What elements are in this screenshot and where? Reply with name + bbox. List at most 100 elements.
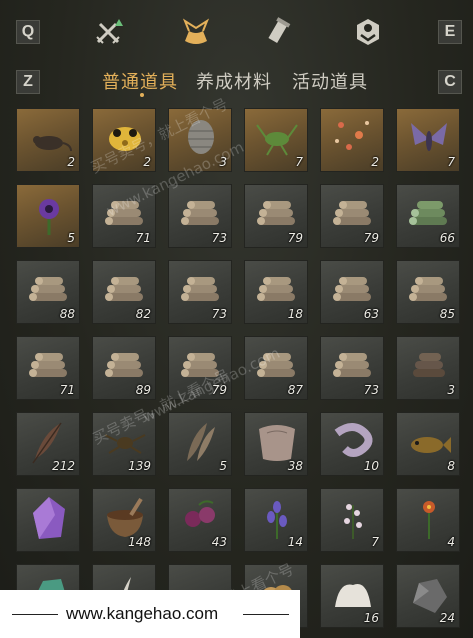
inventory-slot[interactable]: 7	[320, 488, 384, 552]
golden-toad-icon	[101, 115, 149, 159]
lavender-icon	[253, 495, 301, 539]
item-quantity: 2	[67, 155, 75, 169]
item-quantity: 79	[211, 383, 227, 397]
inventory-slot[interactable]: 63	[320, 260, 384, 324]
inventory-slot[interactable]: 7	[244, 108, 308, 172]
inventory-slot[interactable]: 8	[396, 412, 460, 476]
pelt-icon	[253, 419, 301, 463]
item-quantity: 89	[135, 383, 151, 397]
inventory-slot[interactable]: 73	[320, 336, 384, 400]
item-quantity: 85	[439, 307, 455, 321]
inventory-slot[interactable]: 87	[244, 336, 308, 400]
item-quantity: 4	[447, 535, 455, 549]
item-quantity: 87	[287, 383, 303, 397]
inventory-slot[interactable]: 66	[396, 184, 460, 248]
inventory-slot[interactable]: 3	[396, 336, 460, 400]
item-quantity: 73	[363, 383, 379, 397]
item-quantity: 16	[363, 611, 379, 625]
inventory-slot[interactable]: 5	[16, 184, 80, 248]
inventory-slot[interactable]: 2	[320, 108, 384, 172]
item-quantity: 63	[363, 307, 379, 321]
logs-icon	[101, 343, 149, 387]
inventory-slot[interactable]: 82	[92, 260, 156, 324]
item-quantity: 73	[211, 231, 227, 245]
inventory-slot[interactable]: 24	[396, 564, 460, 628]
logs-icon	[253, 343, 301, 387]
footer-line-right	[243, 614, 289, 615]
inventory-slot[interactable]: 73	[168, 184, 232, 248]
inventory-slot[interactable]: 4	[396, 488, 460, 552]
logs-icon	[101, 191, 149, 235]
logs-icon	[177, 267, 225, 311]
site-footer-banner: www.kangehao.com	[0, 590, 300, 638]
purple-flower-icon	[25, 191, 73, 235]
item-quantity: 38	[287, 459, 303, 473]
item-quantity: 7	[295, 155, 303, 169]
item-quantity: 2	[371, 155, 379, 169]
inventory-slot[interactable]: 79	[320, 184, 384, 248]
inventory-slot[interactable]: 71	[16, 336, 80, 400]
item-quantity: 73	[211, 307, 227, 321]
inventory-slot[interactable]: 88	[16, 260, 80, 324]
item-quantity: 82	[135, 307, 151, 321]
item-quantity: 88	[59, 307, 75, 321]
inventory-slot[interactable]: 79	[168, 336, 232, 400]
insect-icon	[101, 419, 149, 463]
inventory-slot[interactable]: 3	[168, 108, 232, 172]
feather-icon	[25, 419, 73, 464]
inventory-grid: 2 2 3 7 2 7 5 71 73 79 79 66 88 82 73 18 63 85 71 89 79 87 73 3…	[0, 0, 473, 638]
inventory-slot[interactable]: 139	[92, 412, 156, 476]
inventory-slot[interactable]: 79	[244, 184, 308, 248]
bamboo-logs-icon	[405, 191, 453, 235]
item-quantity: 18	[287, 307, 303, 321]
inventory-slot[interactable]: 16	[320, 564, 384, 628]
logs-icon	[101, 267, 149, 311]
inventory-slot[interactable]: 85	[396, 260, 460, 324]
amethyst-icon	[25, 495, 73, 539]
item-quantity: 66	[439, 231, 455, 245]
item-quantity: 8	[447, 459, 455, 473]
item-quantity: 79	[363, 231, 379, 245]
inventory-slot[interactable]: 71	[92, 184, 156, 248]
silk-icon	[329, 419, 377, 463]
dark-logs-icon	[405, 343, 453, 387]
inventory-slot[interactable]: 38	[244, 412, 308, 476]
logs-icon	[405, 267, 453, 311]
berries-icon	[177, 495, 225, 539]
item-quantity: 2	[143, 155, 151, 169]
logs-icon	[329, 191, 377, 235]
inventory-slot[interactable]: 43	[168, 488, 232, 552]
inventory-slot[interactable]: 2	[16, 108, 80, 172]
inventory-slot[interactable]: 148	[92, 488, 156, 552]
item-quantity: 71	[135, 231, 151, 245]
logs-icon	[253, 191, 301, 235]
cricket-icon	[253, 115, 301, 159]
inventory-slot[interactable]: 212	[16, 412, 80, 476]
logs-icon	[253, 267, 301, 311]
hive-icon	[177, 115, 225, 159]
inventory-slot[interactable]: 10	[320, 412, 384, 476]
logs-icon	[25, 267, 73, 311]
inventory-slot[interactable]: 5	[168, 412, 232, 476]
item-quantity: 5	[67, 231, 75, 245]
item-quantity: 71	[59, 383, 75, 397]
inventory-slot[interactable]: 73	[168, 260, 232, 324]
feathers-icon	[177, 419, 225, 463]
item-quantity: 148	[128, 535, 151, 549]
logs-icon	[329, 267, 377, 311]
inventory-slot[interactable]: 7	[396, 108, 460, 172]
footer-url[interactable]: www.kangehao.com	[66, 604, 218, 624]
inventory-slot[interactable]: 18	[244, 260, 308, 324]
logs-icon	[177, 343, 225, 387]
rat-icon	[25, 115, 73, 159]
item-quantity: 14	[287, 535, 303, 549]
white-flowers-icon	[329, 495, 377, 539]
fish-icon	[405, 419, 453, 463]
inventory-slot[interactable]: 14	[244, 488, 308, 552]
inventory-slot[interactable]	[16, 488, 80, 552]
fireflies-icon	[329, 115, 377, 159]
logs-icon	[329, 343, 377, 387]
inventory-slot[interactable]: 89	[92, 336, 156, 400]
inventory-slot[interactable]: 2	[92, 108, 156, 172]
logs-icon	[25, 343, 73, 387]
